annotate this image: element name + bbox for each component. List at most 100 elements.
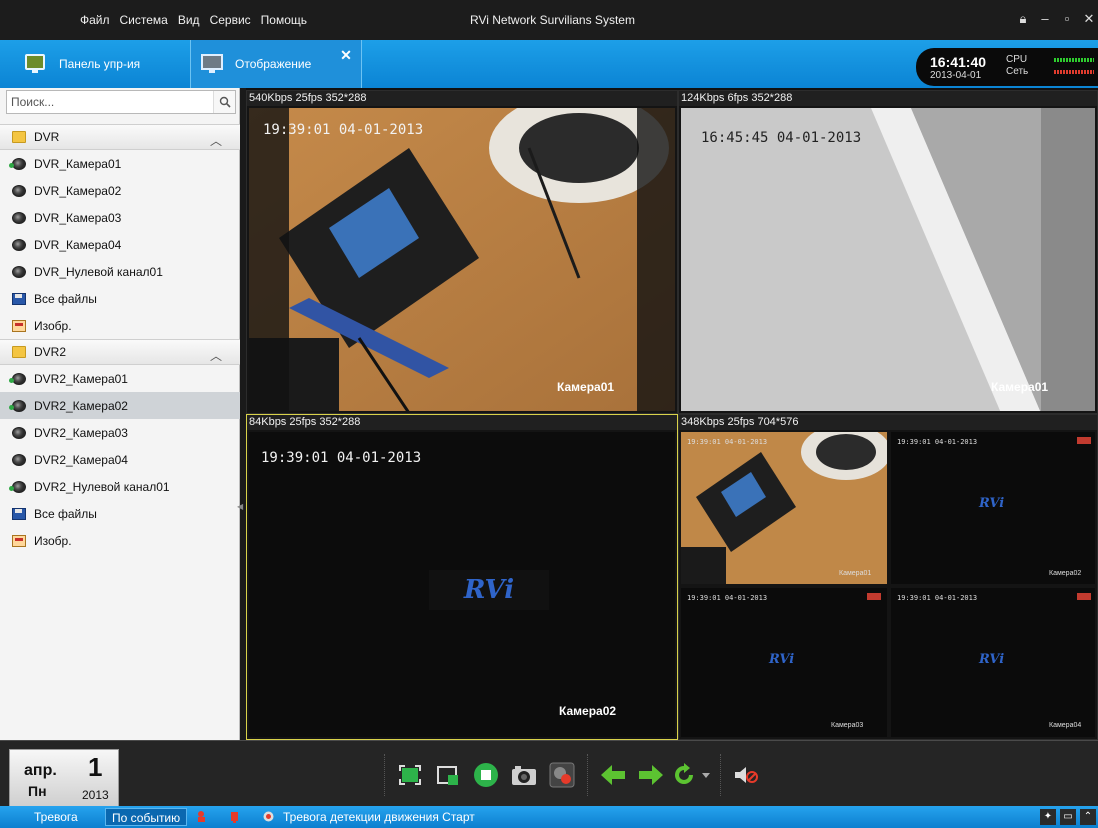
- close-tab-icon[interactable]: ✕: [339, 48, 353, 62]
- video-frame: 16:45:45 04-01-2013 Камера01: [681, 108, 1095, 411]
- alarm-bell-icon: [231, 812, 238, 823]
- tree-item[interactable]: DVR2_Нулевой канал01: [0, 473, 240, 500]
- cycle-dropdown[interactable]: [698, 755, 714, 795]
- prev-button[interactable]: [594, 755, 632, 795]
- menu-file[interactable]: Файл: [75, 0, 115, 40]
- camera-label: Камера01: [991, 380, 1049, 394]
- lock-icon[interactable]: 🔒︎: [1014, 10, 1032, 28]
- tree-item[interactable]: Изобр.: [0, 527, 240, 554]
- next-button[interactable]: [632, 755, 670, 795]
- tree-item[interactable]: Все файлы: [0, 500, 240, 527]
- clock-date: 2013-04-01: [930, 70, 982, 81]
- cycle-button[interactable]: [670, 755, 698, 795]
- tree-item[interactable]: Изобр.: [0, 312, 240, 339]
- tab-by-event[interactable]: По событию: [105, 808, 188, 826]
- tree-item-label: DVR2_Камера03: [34, 425, 128, 440]
- menu-system[interactable]: Система: [115, 0, 173, 40]
- video-view-3[interactable]: 84Kbps 25fps 352*288 19:39:01 04-01-2013…: [246, 414, 678, 740]
- rvi-logo: RVi: [979, 496, 1005, 511]
- quad-subview-1[interactable]: 19:39:01 04-01-2013 Камера01: [681, 432, 887, 584]
- splitter-handle[interactable]: ◀: [237, 502, 243, 511]
- camera-live-icon: [9, 399, 26, 412]
- fullscreen-button[interactable]: [391, 755, 429, 795]
- tree-item[interactable]: DVR_Камера03: [0, 204, 240, 231]
- tree-item[interactable]: DVR2_Камера04: [0, 446, 240, 473]
- chevron-up-icon[interactable]: ︿: [210, 132, 222, 149]
- date-weekday: Пн: [28, 783, 47, 799]
- camera-label: Камера02: [1049, 570, 1082, 577]
- menu-help[interactable]: Помощь: [256, 0, 312, 40]
- pin-icon[interactable]: ✦: [1040, 809, 1056, 825]
- window-icon[interactable]: ▭: [1060, 809, 1076, 825]
- clock-time: 16:41:40: [930, 54, 987, 70]
- tree-item[interactable]: Все файлы: [0, 285, 240, 312]
- record-icon: [549, 762, 575, 788]
- snapshot-button[interactable]: [505, 755, 543, 795]
- clock-widget: 16:41:40 2013-04-01 CPU Сеть: [916, 48, 1098, 86]
- layout-button[interactable]: [429, 755, 467, 795]
- status-bar: Тревога По событию Тревога детекции движ…: [0, 806, 1098, 828]
- tree-item-label: DVR_Камера01: [34, 156, 122, 171]
- status-controls: ✦ ▭ ⌃: [1040, 809, 1096, 825]
- maximize-icon[interactable]: ▫: [1058, 10, 1076, 28]
- chevron-up-icon[interactable]: ︿: [210, 347, 222, 364]
- tab-control-panel[interactable]: Панель упр-ия: [15, 40, 185, 88]
- layout-icon: [437, 766, 458, 785]
- tab-display[interactable]: Отображение ✕: [190, 40, 362, 88]
- camera-icon: [12, 426, 26, 439]
- tree-item[interactable]: DVR2_Камера03: [0, 419, 240, 446]
- tree-group-dvr2[interactable]: DVR2 ︿: [0, 339, 240, 365]
- camera-label: Камера04: [1049, 722, 1082, 729]
- video-timestamp: 19:39:01 04-01-2013: [261, 450, 422, 466]
- tree-item[interactable]: DVR_Камера01: [0, 150, 240, 177]
- expand-icon[interactable]: ⌃: [1080, 809, 1096, 825]
- tree-item-label: DVR_Нулевой канал01: [34, 264, 163, 279]
- cpu-label: CPU: [1006, 54, 1028, 65]
- close-icon[interactable]: ✕: [1080, 10, 1098, 28]
- quad-subview-4[interactable]: 19:39:01 04-01-2013 RVi Камера04: [891, 588, 1095, 737]
- camera-live-icon: [9, 157, 26, 170]
- search-input[interactable]: [7, 91, 207, 113]
- video-frame: 19:39:01 04-01-2013 RVi Камера02: [249, 432, 675, 737]
- video-view-1[interactable]: 540Kbps 25fps 352*288 19:39:01 04-01-201…: [246, 90, 678, 414]
- app-title: RVi Network Survilians System: [470, 13, 635, 27]
- tree-group-dvr[interactable]: DVR ︿: [0, 124, 240, 150]
- next-icon: [639, 765, 663, 785]
- tree-item[interactable]: DVR_Камера04: [0, 231, 240, 258]
- video-view-4[interactable]: 348Kbps 25fps 704*576 19:39:01 04-01-201…: [678, 414, 1098, 740]
- menu-view[interactable]: Вид: [173, 0, 205, 40]
- rvi-logo: RVi: [769, 652, 795, 667]
- video-view-2[interactable]: 124Kbps 6fps 352*288 16:45:45 04-01-2013…: [678, 90, 1098, 414]
- menu-bar: Файл Система Вид Сервис Помощь: [75, 0, 312, 40]
- camera-label: Камера01: [557, 380, 615, 394]
- camera-feed-image: [249, 108, 675, 411]
- camera-live-icon: [9, 480, 26, 493]
- minimize-icon[interactable]: –: [1036, 10, 1054, 28]
- quad-subview-3[interactable]: 19:39:01 04-01-2013 RVi Камера03: [681, 588, 887, 737]
- tree-item[interactable]: DVR_Камера02: [0, 177, 240, 204]
- dropdown-icon: [702, 773, 710, 778]
- video-frame: 19:39:01 04-01-2013 Камера01 19:39:01 04…: [681, 432, 1095, 737]
- device-tree: DVR ︿ DVR_Камера01 DVR_Камера02 DVR_Каме…: [0, 124, 240, 554]
- video-timestamp: 19:39:01 04-01-2013: [263, 122, 424, 138]
- tree-item-label: DVR_Камера04: [34, 237, 122, 252]
- tree-item-label: DVR2_Нулевой канал01: [34, 479, 170, 494]
- stop-button[interactable]: [467, 755, 505, 795]
- tree-item-label: Изобр.: [34, 318, 72, 333]
- status-message: Тревога детекции движения Старт: [283, 810, 475, 824]
- tab-alarm[interactable]: Тревога: [28, 808, 84, 826]
- record-button[interactable]: [543, 755, 581, 795]
- mute-button[interactable]: [727, 755, 765, 795]
- tree-item[interactable]: DVR2_Камера01: [0, 365, 240, 392]
- camera-feed-image: [681, 108, 1095, 411]
- date-widget: апр. 1 Пн 2013: [9, 749, 119, 807]
- tree-item[interactable]: DVR_Нулевой канал01: [0, 258, 240, 285]
- tree-item-label: Изобр.: [34, 533, 72, 548]
- view-stats: 540Kbps 25fps 352*288: [247, 91, 677, 106]
- search-icon[interactable]: [213, 91, 235, 113]
- device-sidebar: DVR ︿ DVR_Камера01 DVR_Камера02 DVR_Каме…: [0, 88, 243, 740]
- menu-service[interactable]: Сервис: [205, 0, 256, 40]
- tree-item-label: Все файлы: [34, 506, 97, 521]
- quad-subview-2[interactable]: 19:39:01 04-01-2013 RVi Камера02: [891, 432, 1095, 584]
- tree-item-selected[interactable]: DVR2_Камера02: [0, 392, 240, 419]
